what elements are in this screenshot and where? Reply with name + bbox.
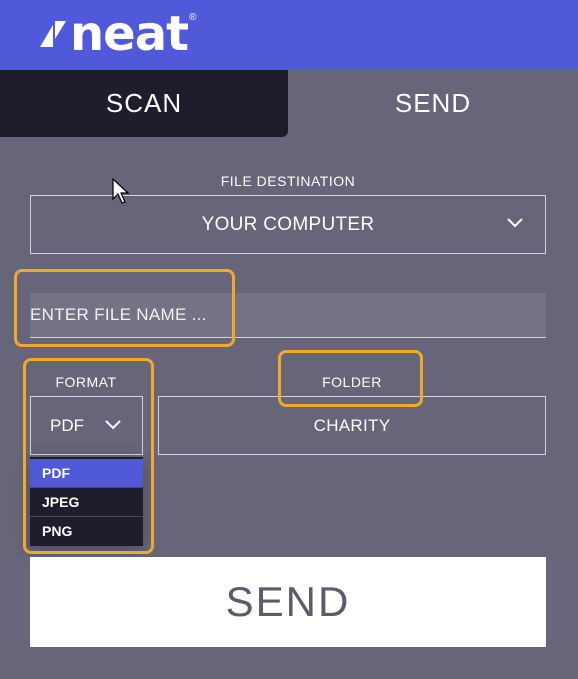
folder-label: FOLDER <box>322 374 382 390</box>
file-destination-label: FILE DESTINATION <box>220 173 356 189</box>
file-destination-value: YOUR COMPUTER <box>201 213 375 235</box>
format-dropdown-list: PDF JPEG PNG <box>30 457 143 546</box>
format-label: FORMAT <box>55 374 117 390</box>
app-header: neat ® <box>0 0 578 70</box>
send-panel: neat ® SCAN SEND FILE DESTINATION YOUR C… <box>0 0 578 679</box>
file-destination-select[interactable]: YOUR COMPUTER <box>30 195 546 254</box>
tab-bar: SCAN SEND <box>0 70 578 137</box>
logo-registered-mark: ® <box>189 12 197 23</box>
tab-send[interactable]: SEND <box>288 70 578 137</box>
send-button[interactable]: SEND <box>30 557 546 647</box>
file-name-input[interactable] <box>30 293 546 338</box>
format-value: PDF <box>50 415 84 435</box>
folder-value: CHARITY <box>313 415 391 435</box>
logo-text: neat <box>70 6 189 62</box>
mouse-cursor-icon <box>112 178 130 204</box>
folder-field[interactable]: CHARITY <box>158 396 546 455</box>
neat-logo-mark-icon <box>40 21 66 47</box>
neat-logo: neat ® <box>38 6 196 62</box>
chevron-down-icon <box>507 218 523 228</box>
tab-scan[interactable]: SCAN <box>0 70 288 137</box>
format-select[interactable]: PDF <box>30 396 143 455</box>
chevron-down-icon <box>105 420 121 430</box>
format-option-jpeg[interactable]: JPEG <box>30 488 143 516</box>
format-option-pdf[interactable]: PDF <box>30 459 143 487</box>
format-option-png[interactable]: PNG <box>30 517 143 545</box>
